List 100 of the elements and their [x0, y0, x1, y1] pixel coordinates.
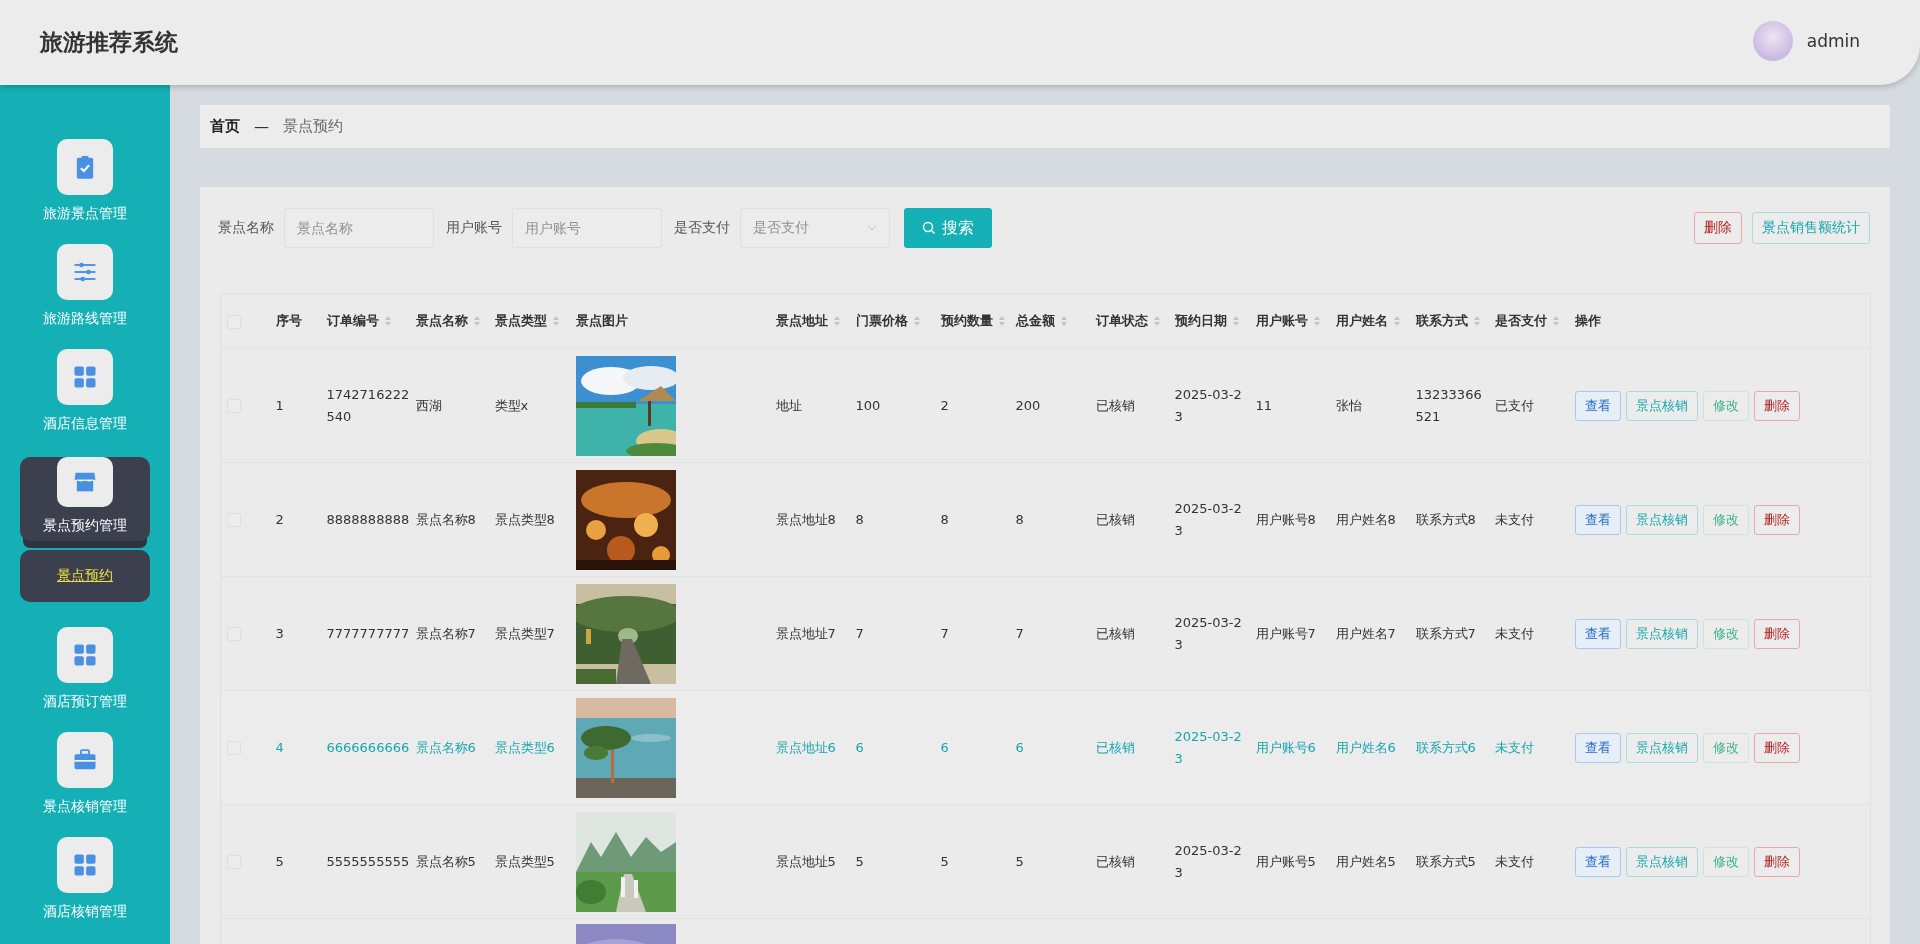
- table-cell: 5: [940, 853, 949, 869]
- table-cell: 1: [275, 397, 284, 413]
- table-cell: 1742716222540: [326, 386, 410, 424]
- column-header[interactable]: 门票价格: [855, 312, 941, 330]
- table-cell: 景点地址8: [775, 511, 836, 527]
- breadcrumb-separator: —: [254, 117, 269, 136]
- column-header[interactable]: 订单状态: [1095, 312, 1175, 330]
- column-header[interactable]: 联系方式: [1415, 312, 1495, 330]
- table-cell: 5: [855, 853, 864, 869]
- app-title: 旅游推荐系统: [40, 28, 178, 57]
- table-cell: 景点名称6: [415, 739, 476, 755]
- table-cell: 景点类型6: [494, 739, 555, 755]
- table-cell: 6666666666: [326, 739, 410, 755]
- table-cell: 已核销: [1095, 397, 1135, 413]
- table-cell: 6: [855, 739, 864, 755]
- table-cell: 未支付: [1494, 625, 1534, 641]
- delete-button[interactable]: 删除: [1694, 212, 1742, 244]
- table-cell: 200: [1015, 397, 1041, 413]
- view-button[interactable]: 查看: [1574, 846, 1621, 877]
- table-cell: 用户账号7: [1255, 625, 1316, 641]
- sort-icon[interactable]: [912, 315, 921, 327]
- sort-icon[interactable]: [1231, 315, 1240, 327]
- sort-icon[interactable]: [1152, 315, 1161, 327]
- column-header[interactable]: 是否支付: [1494, 312, 1575, 330]
- chevron-down-icon: [867, 225, 877, 231]
- table-cell: 地址: [775, 397, 802, 413]
- table-cell: 4: [275, 739, 284, 755]
- table-row[interactable]: 2 8888888888 景点名称8 景点类型8 景点地址8 8 8 8 已核销 2025-03-23 用户账号8 用户姓名8 联系方式8 未支付 查看 景点核销 修改 删除: [220, 462, 1871, 577]
- table-cell: 已核销: [1095, 511, 1135, 527]
- table-cell: 13233366521: [1415, 386, 1482, 424]
- column-header[interactable]: 景点名称: [415, 312, 495, 330]
- field-label: 是否支付: [674, 219, 730, 237]
- table-cell: 类型x: [494, 397, 529, 413]
- view-button[interactable]: 查看: [1574, 732, 1621, 763]
- column-header[interactable]: 景点地址: [775, 312, 856, 330]
- sort-icon[interactable]: [832, 315, 841, 327]
- table-cell: 2025-03-23: [1174, 386, 1242, 424]
- column-header[interactable]: 用户姓名: [1335, 312, 1416, 330]
- table-cell: 景点名称7: [415, 625, 476, 641]
- table-row[interactable]: 3 7777777777 景点名称7 景点类型7 景点地址7 7 7 7 已核销 2025-03-23 用户账号7 用户姓名7 联系方式7 未支付 查看 景点核销 修改 删除: [220, 576, 1871, 691]
- table-cell: 联系方式8: [1415, 511, 1476, 527]
- table-cell: 8: [940, 511, 949, 527]
- view-button[interactable]: 查看: [1574, 390, 1621, 421]
- table-cell: 未支付: [1494, 853, 1534, 869]
- avatar[interactable]: [1752, 20, 1793, 61]
- search-icon: [922, 221, 936, 235]
- table-cell: 用户账号8: [1255, 511, 1316, 527]
- sort-icon[interactable]: [383, 315, 392, 327]
- table-row[interactable]: 5 5555555555 景点名称5 景点类型5 景点地址5 5 5 5 已核销 2025-03-23 用户账号5 用户姓名5 联系方式5 未支付 查看 景点核销 修改 删除: [220, 804, 1871, 919]
- table-cell: 联系方式7: [1415, 625, 1476, 641]
- delete-button[interactable]: 删除: [1753, 846, 1800, 877]
- table-cell: 2025-03-23: [1174, 614, 1242, 652]
- column-header[interactable]: 景点类型: [494, 312, 576, 330]
- table-cell: 景点类型7: [494, 625, 555, 641]
- table-cell: 景点地址6: [775, 739, 836, 755]
- submenu-item[interactable]: 景点预约: [20, 550, 150, 602]
- column-header[interactable]: 总金额: [1015, 312, 1096, 330]
- delete-button[interactable]: 删除: [1753, 504, 1800, 535]
- table-cell: 7: [855, 625, 864, 641]
- delete-button[interactable]: 删除: [1753, 618, 1800, 649]
- column-header[interactable]: 预约数量: [940, 312, 1016, 330]
- breadcrumb-link[interactable]: 首页: [210, 117, 240, 136]
- table-cell: 景点类型5: [494, 853, 555, 869]
- column-header[interactable]: 预约日期: [1174, 312, 1256, 330]
- table-cell: 用户账号5: [1255, 853, 1316, 869]
- table-cell: 已核销: [1095, 739, 1135, 755]
- table-cell: 未支付: [1494, 511, 1534, 527]
- view-button[interactable]: 查看: [1574, 504, 1621, 535]
- sort-icon[interactable]: [1312, 315, 1321, 327]
- delete-button[interactable]: 删除: [1753, 390, 1800, 421]
- column-header[interactable]: 用户账号: [1255, 312, 1336, 330]
- table-cell: 景点名称5: [415, 853, 476, 869]
- table-cell: 6: [1015, 739, 1024, 755]
- sort-icon[interactable]: [1472, 315, 1481, 327]
- column-header[interactable]: 订单编号: [326, 312, 416, 330]
- table-cell: 西湖: [415, 397, 442, 413]
- table-cell: 联系方式6: [1415, 739, 1476, 755]
- table-cell: 景点名称8: [415, 511, 476, 527]
- sort-icon[interactable]: [997, 315, 1006, 327]
- breadcrumb-link[interactable]: 景点预约: [283, 117, 343, 136]
- sort-icon[interactable]: [1392, 315, 1401, 327]
- column-header: 景点图片: [575, 312, 629, 330]
- table-cell: 用户账号6: [1255, 739, 1316, 755]
- column-header: 操作: [1574, 312, 1602, 330]
- sort-icon[interactable]: [551, 315, 560, 327]
- input-field[interactable]: 景点名称: [284, 208, 434, 248]
- table-cell: 2025-03-23: [1174, 500, 1242, 538]
- user-name[interactable]: admin: [1806, 30, 1860, 51]
- table-row[interactable]: 4 6666666666 景点名称6 景点类型6 景点地址6 6 6 6 已核销 2025-03-23 用户账号6 用户姓名6 联系方式6 未支付 查看 景点核销 修改 删除: [220, 690, 1871, 805]
- table-cell: 2025-03-23: [1174, 728, 1242, 766]
- sort-icon[interactable]: [1551, 315, 1560, 327]
- sort-icon[interactable]: [472, 315, 481, 327]
- table-cell: 用户姓名8: [1335, 511, 1396, 527]
- table-cell: 景点类型8: [494, 511, 555, 527]
- view-button[interactable]: 查看: [1574, 618, 1621, 649]
- input-field[interactable]: 用户账号: [512, 208, 662, 248]
- delete-button[interactable]: 删除: [1753, 732, 1800, 763]
- sort-icon[interactable]: [1059, 315, 1068, 327]
- table-cell: 2025-03-23: [1174, 842, 1242, 880]
- table-cell: 6: [940, 739, 949, 755]
